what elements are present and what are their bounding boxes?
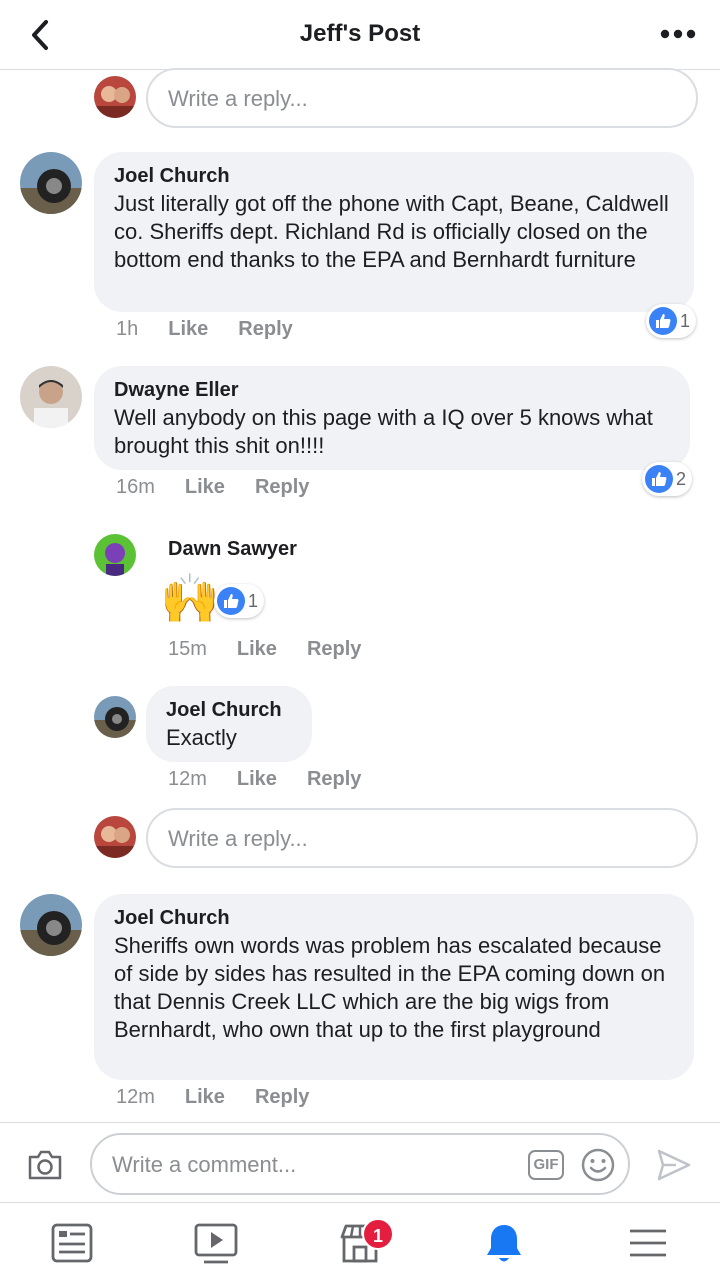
like-icon	[217, 587, 245, 615]
reply-meta: 15m Like Reply	[168, 638, 361, 661]
avatar	[94, 816, 136, 858]
menu-icon[interactable]	[626, 1221, 670, 1265]
reaction-count: 1	[680, 310, 691, 331]
like-button[interactable]: Like	[237, 638, 277, 661]
comment-bubble: Joel Church Sheriffs own words was probl…	[94, 894, 694, 1080]
comment-time: 1h	[116, 318, 139, 340]
smiley-icon[interactable]	[580, 1147, 616, 1183]
more-icon[interactable]	[660, 26, 696, 42]
gif-icon[interactable]: GIF	[528, 1150, 564, 1180]
reply-input[interactable]: Write a reply...	[146, 68, 698, 128]
comment-text: Sheriffs own words was problem has escal…	[114, 933, 666, 1042]
reply-text: Exactly	[166, 725, 237, 750]
reply-row: Write a reply...	[0, 68, 720, 130]
comment-author[interactable]: Dwayne Eller	[114, 378, 670, 402]
avatar[interactable]	[20, 366, 82, 428]
bell-icon[interactable]	[482, 1221, 526, 1265]
like-button[interactable]: Like	[168, 318, 208, 341]
top-bar: Jeff's Post	[0, 0, 720, 70]
comment-meta: 1h Like Reply	[116, 318, 293, 341]
reply-time: 12m	[168, 768, 207, 790]
news-feed-icon[interactable]	[50, 1221, 94, 1265]
comment-text: Well anybody on this page with a IQ over…	[114, 405, 653, 458]
reaction-summary[interactable]: 2	[642, 462, 693, 496]
reply-author[interactable]: Joel Church	[166, 698, 292, 722]
avatar[interactable]	[94, 534, 136, 576]
avatar[interactable]	[94, 696, 136, 738]
reaction-count: 2	[676, 468, 687, 489]
reply-button[interactable]: Reply	[307, 638, 361, 661]
reply-row: Write a reply...	[0, 808, 720, 870]
like-icon	[645, 465, 673, 493]
notification-badge: 1	[362, 1218, 394, 1250]
comment-author[interactable]: Joel Church	[114, 906, 674, 930]
like-button[interactable]: Like	[185, 1086, 225, 1109]
comment-time: 12m	[116, 1086, 155, 1108]
reply-bubble: Joel Church Exactly	[146, 686, 312, 762]
page-title: Jeff's Post	[299, 20, 421, 47]
like-button[interactable]: Like	[237, 768, 277, 791]
reply-button[interactable]: Reply	[238, 318, 292, 341]
bottom-tab-bar: 1	[0, 1202, 720, 1280]
comment-time: 16m	[116, 476, 155, 498]
reaction-summary[interactable]: 1	[646, 304, 697, 338]
reply-button[interactable]: Reply	[307, 768, 361, 791]
reply-time: 15m	[168, 638, 207, 660]
avatar[interactable]	[20, 152, 82, 214]
camera-icon[interactable]	[26, 1149, 64, 1181]
reply-author[interactable]: Dawn Sawyer	[168, 538, 297, 561]
watch-icon[interactable]	[194, 1221, 238, 1265]
comment-text: Just literally got off the phone with Ca…	[114, 191, 669, 272]
reply-meta: 12m Like Reply	[168, 768, 361, 791]
reaction-summary[interactable]: 1	[214, 584, 265, 618]
like-icon	[649, 307, 677, 335]
send-icon[interactable]	[656, 1147, 692, 1183]
reply-button[interactable]: Reply	[255, 1086, 309, 1109]
reaction-count: 1	[248, 590, 259, 611]
comment-bubble: Joel Church Just literally got off the p…	[94, 152, 694, 312]
reply-button[interactable]: Reply	[255, 476, 309, 499]
avatar	[94, 76, 136, 118]
comment-author[interactable]: Joel Church	[114, 164, 674, 188]
comment-composer: Write a comment... GIF	[0, 1122, 720, 1202]
like-button[interactable]: Like	[185, 476, 225, 499]
reply-input[interactable]: Write a reply...	[146, 808, 698, 868]
comment-bubble: Dwayne Eller Well anybody on this page w…	[94, 366, 690, 470]
raised-hands-emoji: 🙌	[160, 573, 220, 626]
comment-meta: 16m Like Reply	[116, 476, 309, 499]
comment-meta: 12m Like Reply	[116, 1086, 309, 1109]
avatar[interactable]	[20, 894, 82, 956]
